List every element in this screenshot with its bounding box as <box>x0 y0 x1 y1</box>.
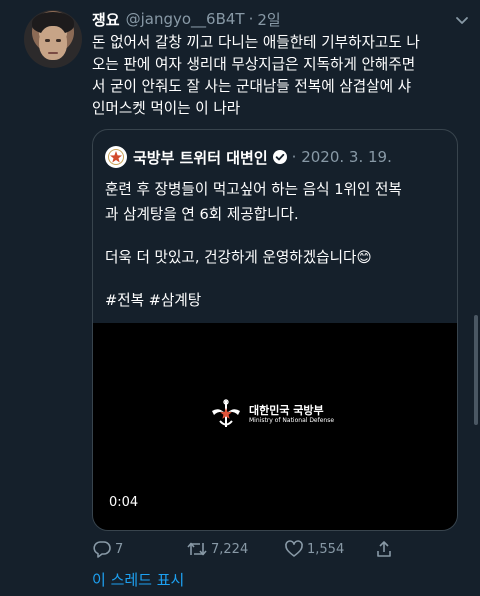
heart-icon <box>285 540 303 557</box>
share-button[interactable] <box>374 539 397 559</box>
like-button[interactable]: 1,554 <box>284 539 344 559</box>
show-thread-link[interactable]: 이 스레드 표시 <box>92 569 184 590</box>
logo-english-text: Ministry of National Defense <box>249 416 335 424</box>
reply-button[interactable]: 7 <box>92 539 123 559</box>
retweet-button[interactable]: 7,224 <box>186 539 248 559</box>
video-player[interactable]: 대한민국 국방부 Ministry of National Defense 0:… <box>93 323 457 530</box>
quoted-text-line: 훈련 후 장병들이 먹고싶어 하는 음식 1위인 전복 <box>105 181 402 198</box>
tweet-actions: 7 7,224 1,554 <box>92 539 452 561</box>
quoted-author-name[interactable]: 국방부 트위터 대변인 <box>133 147 268 168</box>
author-name[interactable]: 쟁요 <box>92 9 120 30</box>
quoted-text-line: 과 삼계탕을 연 6회 제공합니다. <box>105 206 299 223</box>
quoted-separator: · <box>291 148 302 166</box>
tweet-text-line: 오는 판에 여자 생리대 무상지급은 지독하게 안해주면 <box>92 56 416 73</box>
quoted-avatar[interactable] <box>105 146 127 168</box>
quoted-tweet-header: 국방부 트위터 대변인 · 2020. 3. 19. <box>105 146 392 168</box>
author-handle[interactable]: @jangyo__6B4T <box>126 10 245 28</box>
like-count: 1,554 <box>307 541 345 557</box>
quoted-tweet-text: 훈련 후 장병들이 먹고싶어 하는 음식 1위인 전복 과 삼계탕을 연 6회 … <box>105 177 445 270</box>
chevron-down-icon <box>456 17 468 24</box>
tweet-time[interactable]: 2일 <box>257 9 280 30</box>
tweet[interactable]: 쟁요 @jangyo__6B4T · 2일 돈 없어서 갈창 끼고 다니는 애들… <box>0 0 480 596</box>
scrollbar[interactable] <box>474 315 478 425</box>
retweet-count: 7,224 <box>211 541 249 557</box>
video-duration: 0:04 <box>109 495 139 510</box>
logo-korean-text: 대한민국 국방부 <box>249 403 324 417</box>
retweet-icon <box>187 542 207 556</box>
tweet-header: 쟁요 @jangyo__6B4T · 2일 <box>92 8 281 30</box>
quoted-date[interactable]: 2020. 3. 19. <box>301 148 392 166</box>
tweet-text-line: 인머스켓 먹이는 이 나라 <box>92 100 241 117</box>
reply-icon <box>93 541 111 558</box>
hashtags[interactable]: #전복 #삼계탕 <box>105 289 201 310</box>
ministry-logo-icon <box>212 399 240 427</box>
share-icon <box>377 541 391 557</box>
tweet-text: 돈 없어서 갈창 끼고 다니는 애들한테 기부하자고도 나 오는 판에 여자 생… <box>92 32 462 120</box>
tweet-text-line: 서 굳이 안줘도 잘 사는 군대남들 전복에 삼겹살에 샤 <box>92 78 412 95</box>
reply-count: 7 <box>115 541 124 557</box>
quoted-tweet[interactable]: 국방부 트위터 대변인 · 2020. 3. 19. 훈련 후 장병들이 먹고싶… <box>92 129 458 531</box>
separator-dot: · <box>248 10 254 28</box>
ministry-emblem-icon <box>108 149 124 165</box>
ministry-logo: 대한민국 국방부 Ministry of National Defense <box>209 397 334 431</box>
more-options-button[interactable] <box>452 10 472 30</box>
quoted-text-para2: 더욱 더 맛있고, 건강하게 운영하겠습니다😊 <box>105 249 372 266</box>
tweet-text-line: 돈 없어서 갈창 끼고 다니는 애들한테 기부하자고도 나 <box>92 34 420 51</box>
verified-badge-icon <box>272 149 288 165</box>
avatar[interactable] <box>24 10 82 68</box>
